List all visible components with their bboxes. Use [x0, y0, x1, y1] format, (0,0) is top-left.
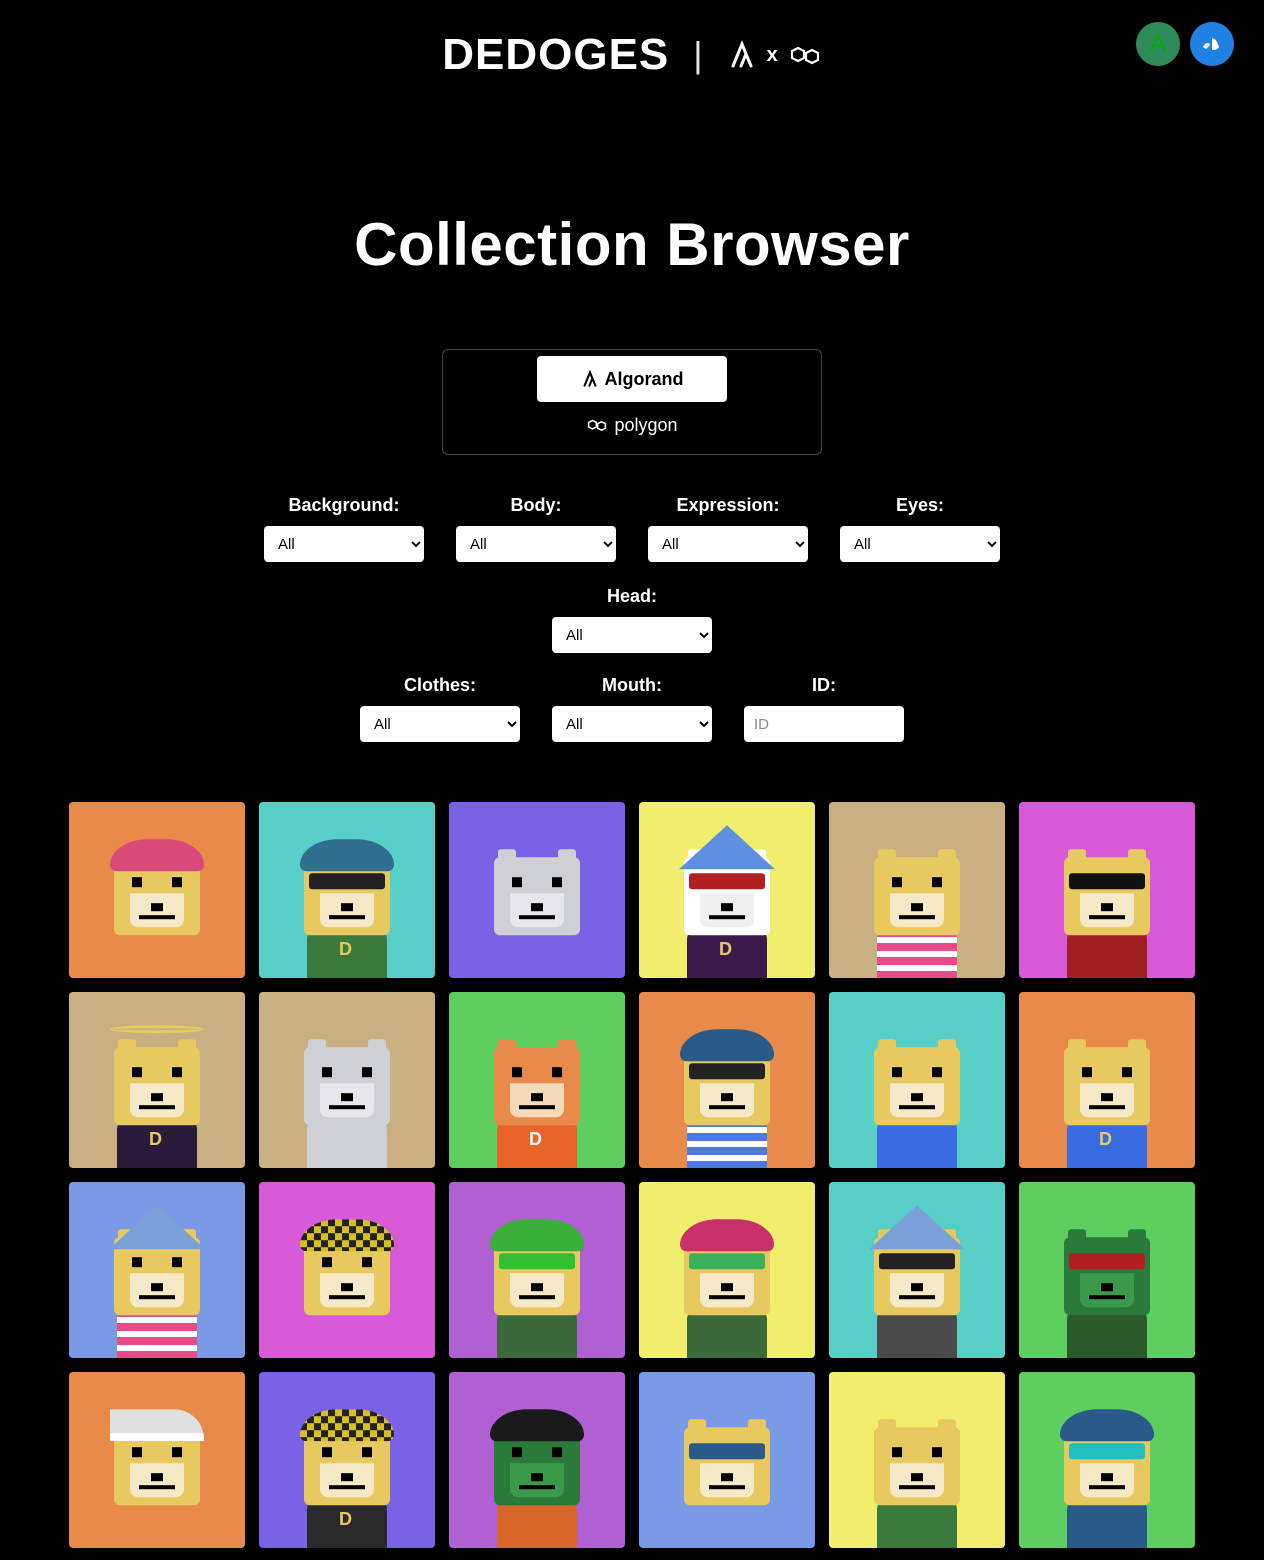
filter-label-body: Body:: [511, 495, 562, 516]
nft-card[interactable]: [69, 1182, 245, 1358]
filter-input-id[interactable]: [744, 706, 904, 742]
filter-head: Head: All: [552, 586, 712, 653]
filter-select-body[interactable]: All: [456, 526, 616, 562]
filter-background: Background: All: [264, 495, 424, 562]
blockchain-label-polygon: polygon: [614, 415, 677, 436]
nft-card[interactable]: [1019, 1372, 1195, 1548]
nft-card[interactable]: [829, 802, 1005, 978]
nft-card[interactable]: [259, 1182, 435, 1358]
header-badges: [1136, 22, 1234, 66]
nft-card[interactable]: [829, 992, 1005, 1168]
brand-logo[interactable]: DEDOGES: [442, 30, 669, 80]
blockchain-option-algorand[interactable]: Algorand: [537, 356, 727, 402]
filter-label-mouth: Mouth:: [602, 675, 662, 696]
page-title: Collection Browser: [0, 210, 1264, 279]
filter-label-expression: Expression:: [676, 495, 779, 516]
polygon-icon: [788, 42, 822, 68]
filter-body: Body: All: [456, 495, 616, 562]
nft-card[interactable]: [1019, 802, 1195, 978]
filter-select-eyes[interactable]: All: [840, 526, 1000, 562]
filter-select-expression[interactable]: All: [648, 526, 808, 562]
nft-card[interactable]: D: [259, 1372, 435, 1548]
nft-card[interactable]: [1019, 1182, 1195, 1358]
filter-expression: Expression: All: [648, 495, 808, 562]
filter-label-background: Background:: [288, 495, 399, 516]
nft-grid: DDDDDD: [0, 802, 1264, 1548]
algorand-icon: [727, 40, 757, 70]
nft-card[interactable]: [449, 1372, 625, 1548]
nft-card[interactable]: [829, 1182, 1005, 1358]
filter-label-clothes: Clothes:: [404, 675, 476, 696]
nft-card[interactable]: [69, 802, 245, 978]
filter-mouth: Mouth: All: [552, 675, 712, 742]
filter-label-eyes: Eyes:: [896, 495, 944, 516]
filters-row-2: Clothes: All Mouth: All ID:: [172, 675, 1092, 742]
nft-card[interactable]: D: [449, 992, 625, 1168]
nft-card[interactable]: D: [1019, 992, 1195, 1168]
nft-card[interactable]: D: [639, 802, 815, 978]
nft-card[interactable]: [259, 992, 435, 1168]
nft-card[interactable]: D: [69, 992, 245, 1168]
nft-card[interactable]: [829, 1372, 1005, 1548]
filter-select-mouth[interactable]: All: [552, 706, 712, 742]
nft-card[interactable]: [639, 1182, 815, 1358]
nft-card[interactable]: D: [259, 802, 435, 978]
nft-card[interactable]: [449, 802, 625, 978]
blockchain-option-polygon[interactable]: polygon: [443, 402, 821, 448]
blockchain-label-algorand: Algorand: [605, 369, 684, 390]
filter-select-background[interactable]: All: [264, 526, 424, 562]
nft-card[interactable]: [639, 1372, 815, 1548]
opensea-badge[interactable]: [1190, 22, 1234, 66]
x-separator: x: [767, 44, 778, 67]
filter-eyes: Eyes: All: [840, 495, 1000, 562]
filters-row-1: Background:AllBody:AllExpression:AllEyes…: [172, 495, 1092, 653]
nft-card[interactable]: [69, 1372, 245, 1548]
blockchain-selector: Algorand polygon: [442, 349, 822, 455]
filter-id: ID:: [744, 675, 904, 742]
marketplace-badge-1[interactable]: [1136, 22, 1180, 66]
nft-card[interactable]: [639, 992, 815, 1168]
chain-logos: x: [727, 40, 822, 70]
filter-label-head: Head:: [607, 586, 657, 607]
filter-label-id: ID:: [812, 675, 836, 696]
nft-card[interactable]: [449, 1182, 625, 1358]
header: DEDOGES | x: [0, 0, 1264, 90]
filter-select-clothes[interactable]: All: [360, 706, 520, 742]
filter-clothes: Clothes: All: [360, 675, 520, 742]
filter-select-head[interactable]: All: [552, 617, 712, 653]
header-divider: |: [693, 34, 702, 76]
